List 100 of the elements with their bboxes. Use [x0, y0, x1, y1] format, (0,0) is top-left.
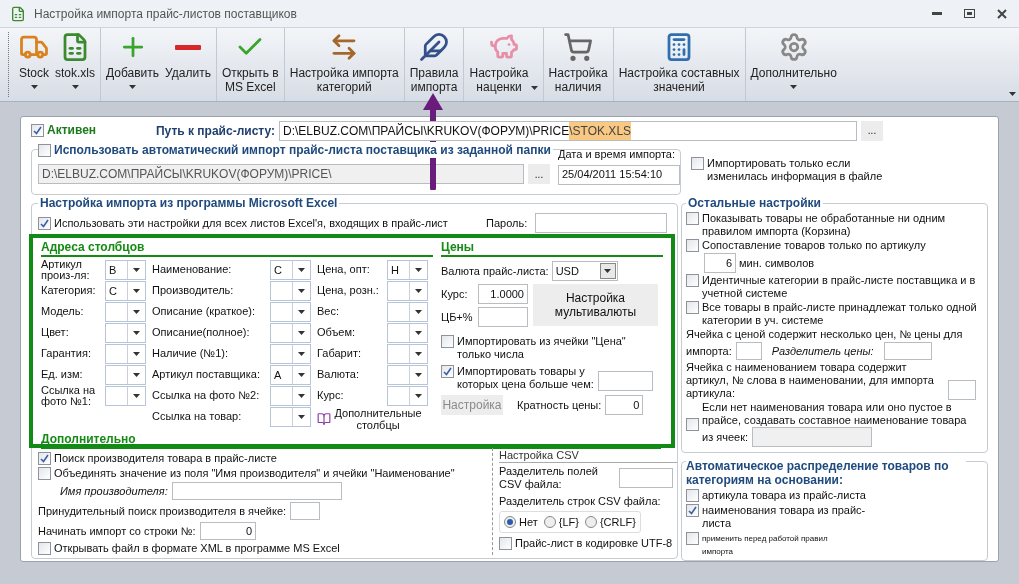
- caret-icon: [71, 85, 79, 89]
- checkbox-label: Поиск производителя товара в прайс-листе: [54, 452, 277, 465]
- price-separator-field[interactable]: [883, 342, 932, 360]
- checkbox[interactable]: [686, 489, 699, 502]
- min-price-field[interactable]: [598, 371, 653, 391]
- column-dropdown[interactable]: C: [105, 280, 146, 301]
- column-label: Категория:: [41, 285, 97, 296]
- radio-button[interactable]: [543, 515, 556, 528]
- column-dropdown[interactable]: [270, 301, 311, 322]
- checkbox[interactable]: [38, 143, 51, 157]
- checkbox[interactable]: [31, 124, 44, 137]
- column-dropdown[interactable]: [270, 406, 311, 427]
- caret-icon: [790, 85, 798, 89]
- minimize-icon[interactable]: [932, 12, 942, 15]
- checkbox[interactable]: [441, 365, 454, 378]
- caret-icon: [30, 85, 38, 89]
- column-dropdown[interactable]: A: [270, 364, 311, 385]
- column-dropdown[interactable]: [387, 280, 428, 301]
- section-title: Адреса столбцов: [41, 240, 433, 257]
- column-dropdown[interactable]: [105, 301, 146, 322]
- column-dropdown[interactable]: B: [105, 259, 146, 280]
- manufacturer-field[interactable]: [171, 482, 342, 500]
- cells-field[interactable]: [752, 427, 873, 447]
- checkbox-label: Прайс-лист в кодировке UTF-8: [515, 537, 673, 550]
- toolbar-button[interactable]: Добавить: [103, 28, 163, 101]
- checkbox-label: Все товары в прайс-листе принадлежат только одной категории в уч. системе: [702, 301, 978, 327]
- feather-icon: [419, 32, 450, 62]
- column-dropdown[interactable]: [387, 343, 428, 364]
- column-dropdown[interactable]: [270, 322, 311, 343]
- column-dropdown[interactable]: C: [270, 259, 311, 280]
- word-number-field[interactable]: [948, 380, 976, 400]
- path-field[interactable]: D:\ELBUZ.COM\ПРАЙСЫ\KRUKOV(ФОРУМ)\PRICE\STOK.XLS: [279, 120, 857, 141]
- multicurrency-button[interactable]: Настройка мультивалюты: [533, 284, 658, 326]
- checkbox[interactable]: [38, 452, 51, 465]
- radio-button[interactable]: [504, 515, 516, 528]
- toolbar-button[interactable]: stok.xls: [52, 28, 99, 101]
- column-dropdown[interactable]: [105, 385, 146, 406]
- toolbar-button[interactable]: Настройка составных значений: [615, 28, 743, 101]
- toolbar-button[interactable]: Stock: [16, 28, 52, 101]
- checkbox[interactable]: [38, 467, 51, 480]
- path-label: Путь к прайс-листу:: [154, 122, 276, 140]
- column-dropdown[interactable]: [387, 322, 428, 343]
- field-label: из ячеек:: [702, 429, 749, 445]
- toolbar-button[interactable]: Настройка наценки: [466, 28, 541, 101]
- start-row-field[interactable]: 0: [200, 522, 256, 540]
- multiple-field[interactable]: 0: [605, 395, 644, 415]
- column-dropdown[interactable]: [270, 385, 311, 406]
- checkbox[interactable]: [686, 239, 699, 252]
- field-label: Дата и время импорта:: [558, 147, 676, 162]
- overflow-button[interactable]: [1007, 89, 1017, 99]
- checkbox[interactable]: [499, 537, 512, 550]
- column-dropdown[interactable]: [387, 385, 428, 406]
- toolbar-button[interactable]: Удалить: [162, 28, 214, 101]
- column-label: Цена, опт:: [317, 264, 371, 275]
- price-number-field[interactable]: [735, 342, 762, 360]
- toolbar-button[interactable]: Правила импорта: [406, 28, 462, 101]
- browse-button[interactable]: ...: [861, 120, 883, 141]
- cell-field[interactable]: [290, 502, 321, 520]
- column-dropdown[interactable]: [105, 322, 146, 343]
- caret-icon: [133, 267, 140, 272]
- separator-field[interactable]: [619, 468, 673, 488]
- column-dropdown[interactable]: [270, 343, 311, 364]
- folder-field[interactable]: D:\ELBUZ.COM\ПРАЙСЫ\KRUKOV(ФОРУМ)\PRICE\: [38, 164, 524, 185]
- checkbox[interactable]: [686, 301, 699, 314]
- min-symbols-field[interactable]: 6: [704, 253, 736, 273]
- maximize-icon[interactable]: [964, 9, 975, 18]
- checkbox[interactable]: [686, 212, 699, 225]
- checkbox[interactable]: [686, 274, 699, 287]
- currency-dropdown[interactable]: USD: [551, 261, 618, 281]
- checkbox[interactable]: [38, 542, 51, 555]
- toolbar-button[interactable]: Дополнительно: [747, 28, 840, 101]
- radio-button[interactable]: [584, 515, 597, 528]
- rate-field[interactable]: 1.0000: [478, 284, 528, 304]
- toolbar-button[interactable]: Открыть в MS Excel: [218, 28, 282, 101]
- toolbar-button[interactable]: Настройка импорта категорий: [286, 28, 402, 101]
- checkbox[interactable]: [441, 335, 454, 348]
- date-field[interactable]: 25/04/2011 15:54:10: [558, 164, 680, 185]
- group-title: Использовать автоматический импорт прайс-листа поставщика из заданной папки: [54, 142, 551, 158]
- column-label: Ссылка на товар:: [152, 411, 243, 422]
- column-dropdown[interactable]: [387, 301, 428, 322]
- checkbox[interactable]: [686, 417, 699, 431]
- column-label: Вес:: [317, 306, 340, 317]
- column-dropdown[interactable]: H: [387, 259, 428, 280]
- extra-columns-button[interactable]: Дополнительные столбцы: [317, 406, 428, 432]
- password-field[interactable]: [535, 213, 668, 233]
- toolbar-button[interactable]: Настройка наличия: [545, 28, 611, 101]
- checkbox[interactable]: [686, 532, 699, 545]
- checkbox[interactable]: [691, 157, 704, 170]
- column-dropdown[interactable]: [270, 280, 311, 301]
- field-label: Имя производителя:: [60, 483, 168, 499]
- checkbox[interactable]: [38, 216, 51, 230]
- browse-button[interactable]: ...: [528, 164, 550, 185]
- close-icon[interactable]: [997, 8, 1007, 19]
- checkbox[interactable]: [686, 504, 699, 517]
- column-dropdown[interactable]: [105, 343, 146, 364]
- column-dropdown[interactable]: [105, 364, 146, 385]
- column-dropdown[interactable]: [387, 364, 428, 385]
- column-label: Валюта:: [317, 369, 360, 380]
- percent-field[interactable]: [478, 307, 528, 327]
- group-title: Настройка импорта из программы Microsoft Excel: [38, 195, 340, 211]
